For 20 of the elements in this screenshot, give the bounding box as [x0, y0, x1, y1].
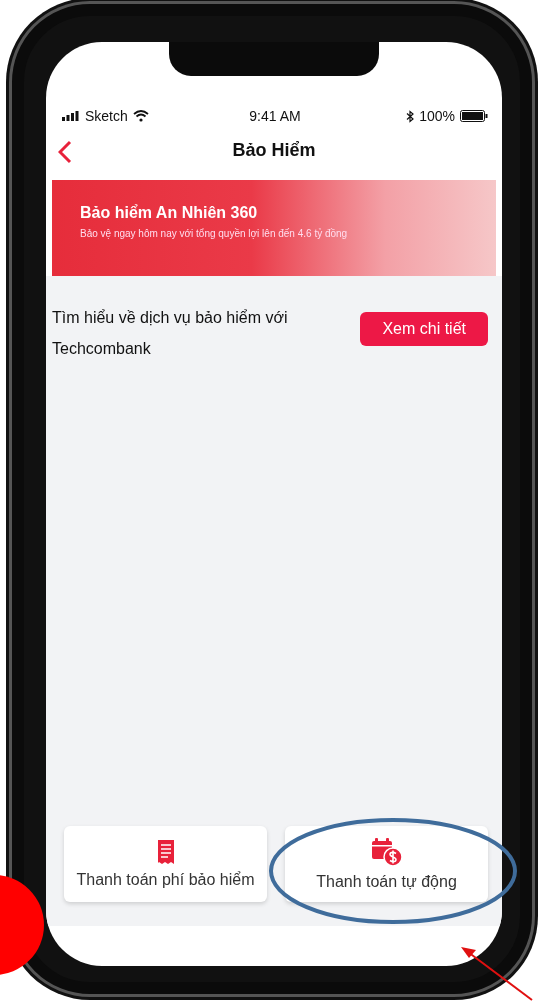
screen-title: Bảo Hiểm: [232, 139, 316, 161]
bluetooth-icon: [406, 109, 415, 123]
details-button[interactable]: Xem chi tiết: [360, 312, 488, 346]
annotation-arrow: [461, 947, 533, 1001]
back-chevron-icon: [58, 140, 72, 164]
promo-banner[interactable]: Bảo hiểm An Nhiên 360 Bảo vệ ngay hôm nay với tổng quyền lợi lên đến 4.6 tỷ đồng: [52, 180, 496, 276]
banner-title: Bảo hiểm An Nhiên 360: [80, 204, 258, 222]
info-text: Tìm hiểu về dịch vụ bảo hiểm với Techcombank: [52, 308, 289, 359]
receipt-icon: [155, 839, 176, 865]
back-button[interactable]: [56, 138, 74, 166]
battery-percent: 100%: [419, 108, 455, 124]
action-card[interactable]: Thanh toán tự động: [285, 826, 488, 902]
banner-subtitle: Bảo vệ ngay hôm nay với tổng quyền lợi lên đến 4.6 tỷ đồng: [80, 228, 348, 239]
action-card[interactable]: Thanh toán phí bảo hiểm: [64, 826, 267, 902]
signal-icon: [62, 111, 80, 121]
battery-icon: [460, 110, 488, 122]
status-time: 9:41 AM: [249, 108, 301, 124]
calendar-dollar-icon: [370, 837, 403, 867]
carrier-name: Sketch: [85, 108, 128, 124]
wifi-icon: [132, 110, 149, 122]
